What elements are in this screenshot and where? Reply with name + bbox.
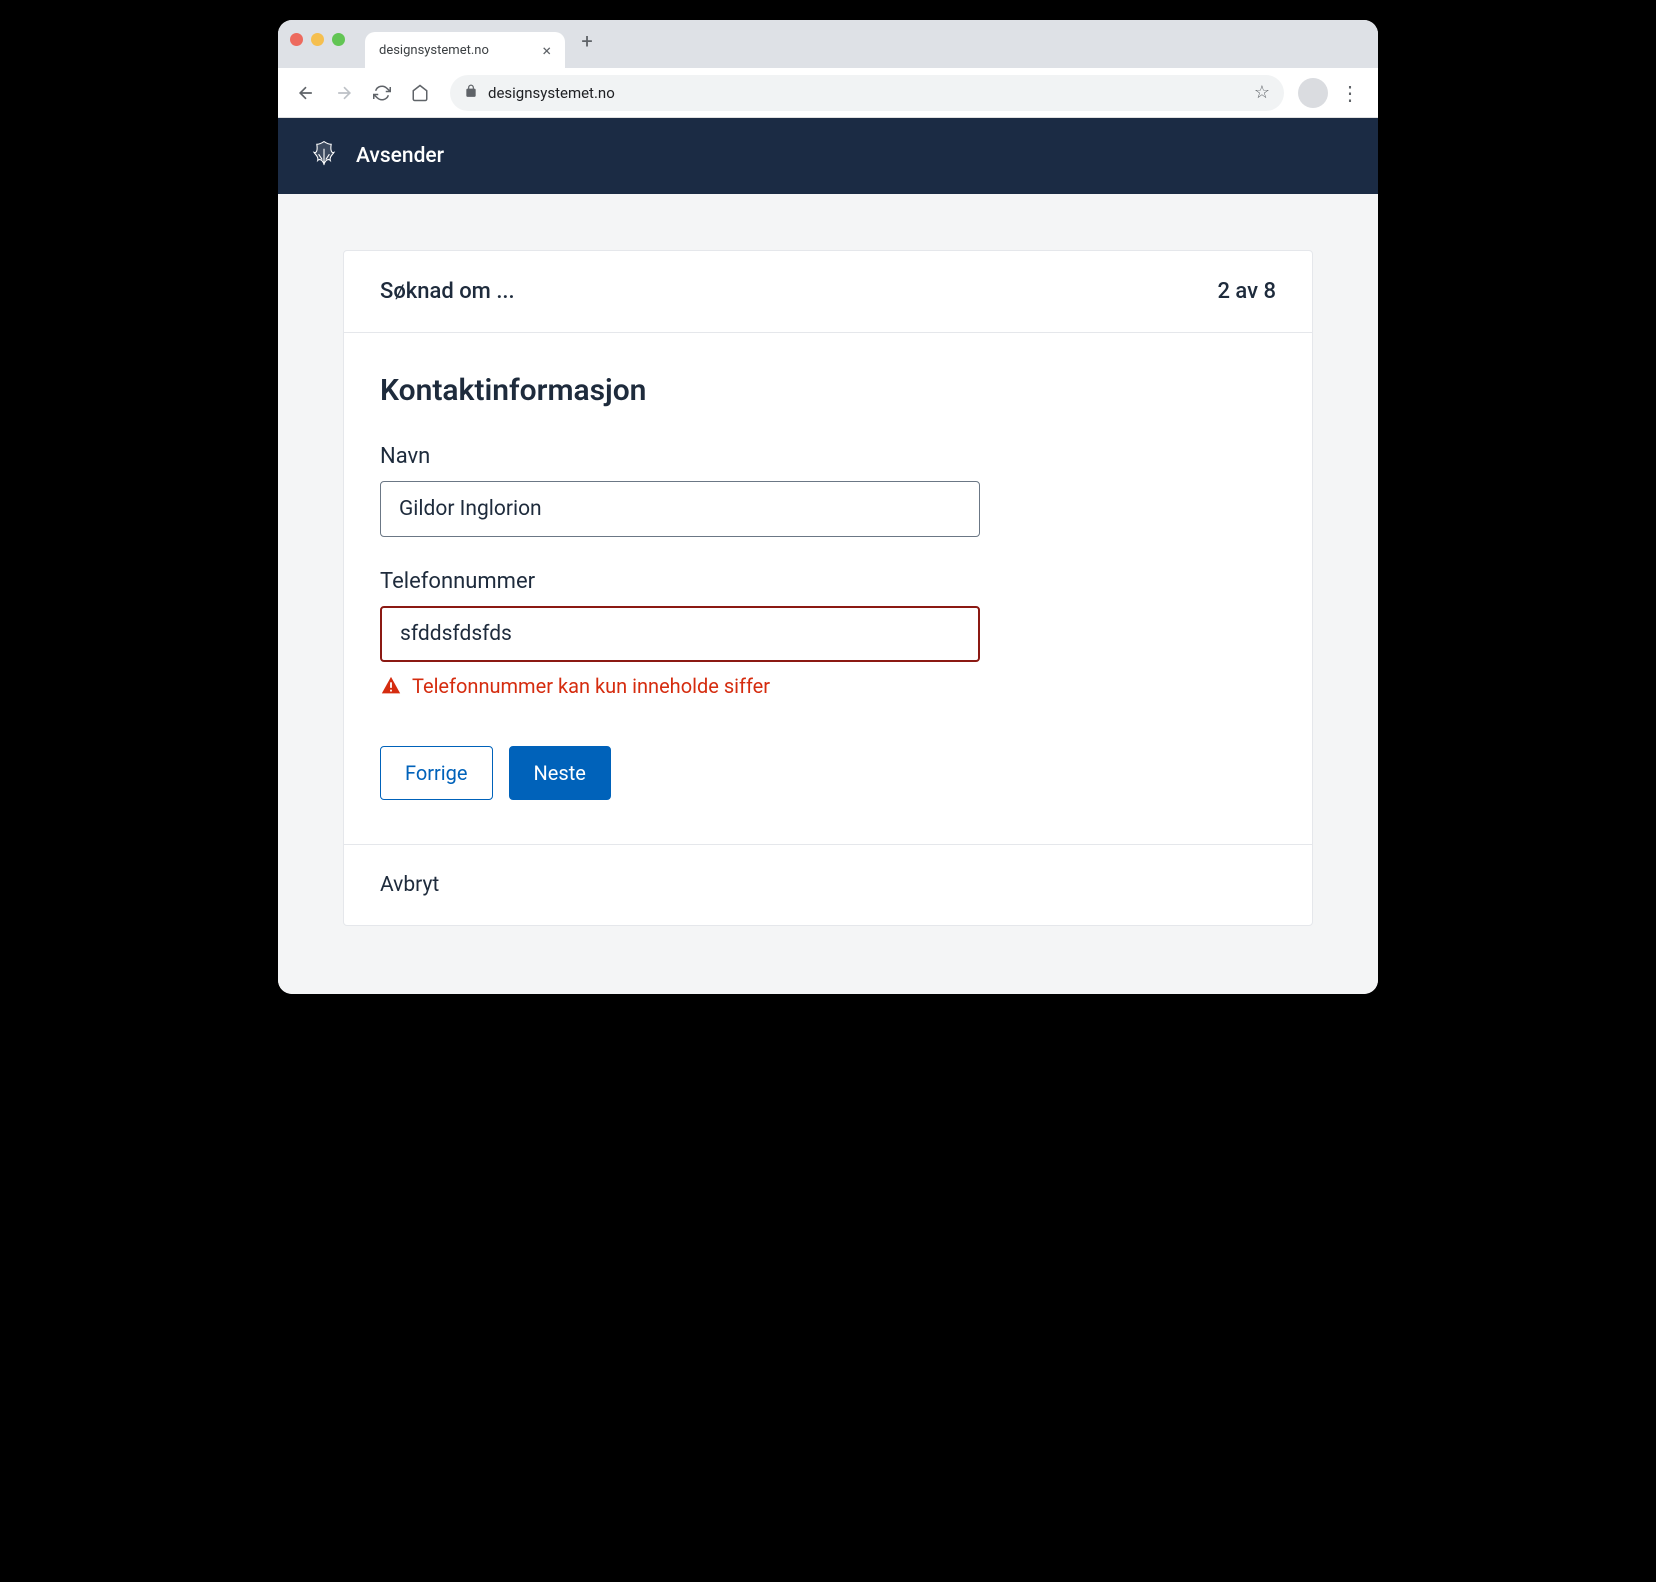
name-label: Navn	[380, 444, 1276, 469]
phone-error-message: Telefonnummer kan kun inneholde siffer	[380, 674, 1276, 698]
phone-label: Telefonnummer	[380, 569, 1276, 594]
section-heading: Kontaktinformasjon	[380, 373, 1276, 408]
step-indicator: 2 av 8	[1217, 279, 1276, 304]
arrow-left-icon	[296, 83, 316, 103]
form-card: Søknad om ... 2 av 8 Kontaktinformasjon …	[343, 250, 1313, 926]
forward-button[interactable]	[328, 77, 360, 109]
tab-title: designsystemet.no	[379, 43, 489, 58]
button-row: Forrige Neste	[380, 746, 1276, 800]
name-field-group: Navn	[380, 444, 1276, 537]
back-button[interactable]	[290, 77, 322, 109]
bookmark-star-icon[interactable]: ☆	[1254, 82, 1270, 103]
phone-input[interactable]	[380, 606, 980, 662]
alert-triangle-icon	[380, 675, 402, 697]
lock-icon	[464, 84, 478, 102]
plus-icon: +	[581, 29, 592, 53]
close-window-button[interactable]	[290, 33, 303, 46]
minimize-window-button[interactable]	[311, 33, 324, 46]
browser-menu-button[interactable]: ⋮	[1334, 77, 1366, 109]
previous-button[interactable]: Forrige	[380, 746, 493, 800]
coat-of-arms-icon	[306, 138, 342, 174]
home-icon	[411, 84, 429, 102]
form-title: Søknad om ...	[380, 279, 515, 304]
browser-tab-strip: designsystemet.no × +	[278, 20, 1378, 68]
card-header: Søknad om ... 2 av 8	[344, 251, 1312, 333]
browser-toolbar: designsystemet.no ☆ ⋮	[278, 68, 1378, 118]
address-bar[interactable]: designsystemet.no ☆	[450, 75, 1284, 111]
kebab-icon: ⋮	[1340, 81, 1360, 105]
reload-icon	[373, 84, 391, 102]
app-title: Avsender	[356, 144, 444, 168]
maximize-window-button[interactable]	[332, 33, 345, 46]
next-button[interactable]: Neste	[509, 746, 611, 800]
profile-avatar[interactable]	[1298, 78, 1328, 108]
new-tab-button[interactable]: +	[573, 27, 601, 55]
app-body: Søknad om ... 2 av 8 Kontaktinformasjon …	[278, 194, 1378, 994]
browser-window: designsystemet.no × + designsystemet.no …	[278, 20, 1378, 994]
close-tab-icon[interactable]: ×	[542, 41, 551, 60]
phone-field-group: Telefonnummer Telefonnummer kan kun inne…	[380, 569, 1276, 698]
browser-tab[interactable]: designsystemet.no ×	[365, 32, 565, 68]
arrow-right-icon	[334, 83, 354, 103]
url-text: designsystemet.no	[488, 84, 1244, 102]
home-button[interactable]	[404, 77, 436, 109]
card-footer: Avbryt	[344, 844, 1312, 925]
window-controls	[290, 33, 345, 46]
error-text: Telefonnummer kan kun inneholde siffer	[412, 674, 770, 698]
name-input[interactable]	[380, 481, 980, 537]
reload-button[interactable]	[366, 77, 398, 109]
card-body: Kontaktinformasjon Navn Telefonnummer	[344, 333, 1312, 844]
cancel-button[interactable]: Avbryt	[380, 873, 439, 897]
app-header: Avsender	[278, 118, 1378, 194]
